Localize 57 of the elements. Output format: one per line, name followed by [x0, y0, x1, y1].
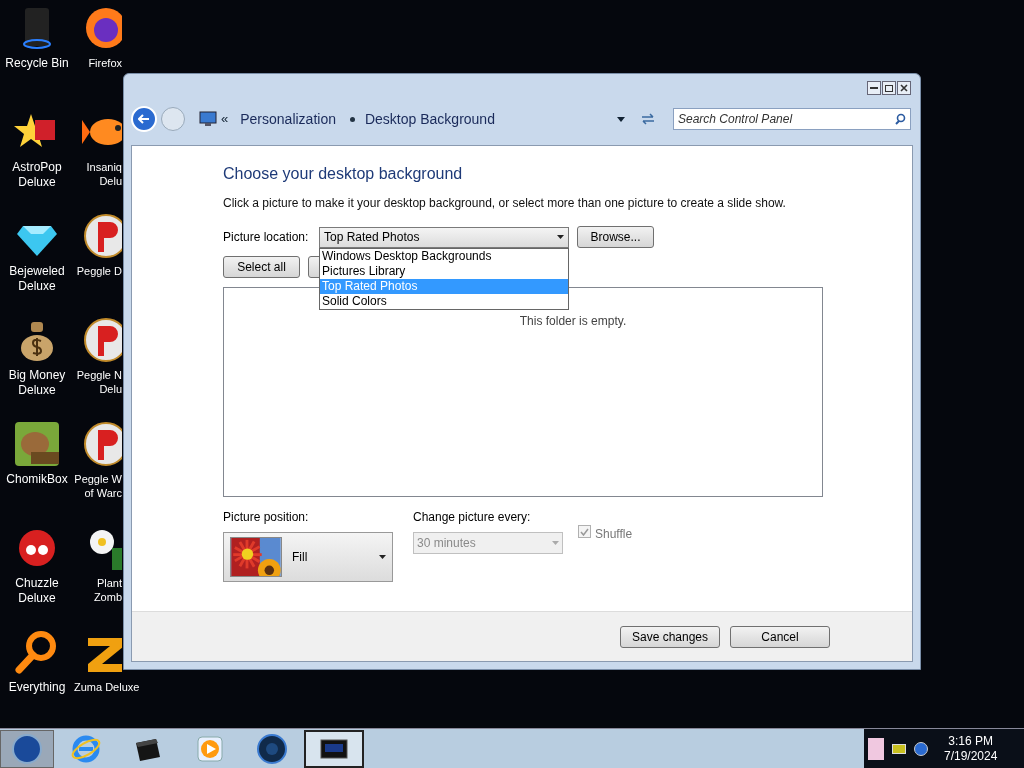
icon-label[interactable]: Peggle W of Warc	[74, 472, 122, 500]
close-button[interactable]	[897, 81, 911, 95]
dropdown-option[interactable]: Solid Colors	[320, 293, 568, 309]
separator-icon	[349, 116, 355, 122]
description: Click a picture to make it your desktop background, or select more than one picture to create a slide show.	[223, 195, 787, 212]
empty-message: This folder is empty.	[519, 313, 627, 330]
location-dropdown[interactable]: Top Rated Photos	[319, 226, 569, 248]
windows-logo-icon	[12, 733, 42, 764]
refresh-icon[interactable]	[641, 113, 655, 125]
caret-icon	[379, 555, 386, 559]
icon-label[interactable]: Chuzzle Deluxe	[15, 576, 59, 606]
monitor-icon	[199, 111, 217, 127]
icon-label[interactable]: Insaniq Delu	[74, 160, 122, 188]
icon-label[interactable]: Bejeweled Deluxe	[9, 264, 65, 294]
icon-label[interactable]: Peggle D	[74, 264, 122, 278]
icon-label[interactable]: Big Money Deluxe	[8, 368, 66, 398]
shuffle-label: Shuffle	[595, 526, 633, 543]
network-icon[interactable]	[914, 741, 928, 756]
hamster-icon	[13, 420, 61, 468]
minimize-button[interactable]	[867, 81, 881, 95]
dropdown-option[interactable]: Windows Desktop Backgrounds	[320, 248, 568, 264]
icon-label[interactable]: Everything	[8, 680, 66, 695]
tray-icon[interactable]	[868, 737, 884, 760]
breadcrumb-item[interactable]: Personalization	[240, 108, 336, 130]
save-button[interactable]: Save changes	[620, 625, 720, 648]
search-field[interactable]: Search Control Panel	[673, 108, 911, 130]
clock-time[interactable]: 3:16 PM	[948, 733, 994, 749]
clock-date[interactable]: 7/19/2024	[944, 748, 998, 764]
caret-icon	[557, 235, 564, 239]
breadcrumb-item[interactable]: Desktop Background	[364, 108, 495, 130]
select-all-button[interactable]: Select all	[223, 256, 300, 278]
search-icon	[895, 113, 906, 125]
dropdown-option[interactable]: Pictures Library	[320, 263, 568, 279]
icon-label[interactable]: Plant Zomb	[74, 576, 122, 604]
icon-label[interactable]: Firefox	[74, 56, 122, 70]
cancel-button[interactable]: Cancel	[730, 625, 830, 648]
icon-label[interactable]: AstroPop Deluxe	[12, 160, 62, 190]
icon-label[interactable]: Zuma Deluxe	[74, 680, 140, 694]
browse-button[interactable]: Browse...	[577, 226, 654, 248]
start-button[interactable]	[0, 729, 54, 768]
field-label: Picture position:	[223, 509, 310, 526]
icon-label[interactable]: ChomikBox	[6, 472, 68, 487]
taskbar-button[interactable]	[304, 729, 364, 768]
dropdown-icon[interactable]	[617, 116, 625, 122]
field-label: Change picture every:	[413, 509, 532, 526]
battery-icon[interactable]	[892, 743, 906, 754]
icon-label[interactable]: Recycle Bin	[5, 56, 69, 71]
maximize-button[interactable]	[882, 81, 896, 95]
icon-label[interactable]: Peggle N Delu	[74, 368, 122, 396]
back-button[interactable]	[131, 106, 157, 132]
arrow-icon	[138, 114, 150, 124]
globe-icon	[256, 732, 288, 765]
position-dropdown[interactable]: Fill	[223, 532, 393, 582]
caret-icon	[552, 541, 559, 545]
field-label: Picture location:	[223, 229, 310, 246]
breadcrumb-overflow[interactable]: «	[221, 109, 229, 129]
page-heading: Choose your desktop background	[223, 164, 464, 184]
